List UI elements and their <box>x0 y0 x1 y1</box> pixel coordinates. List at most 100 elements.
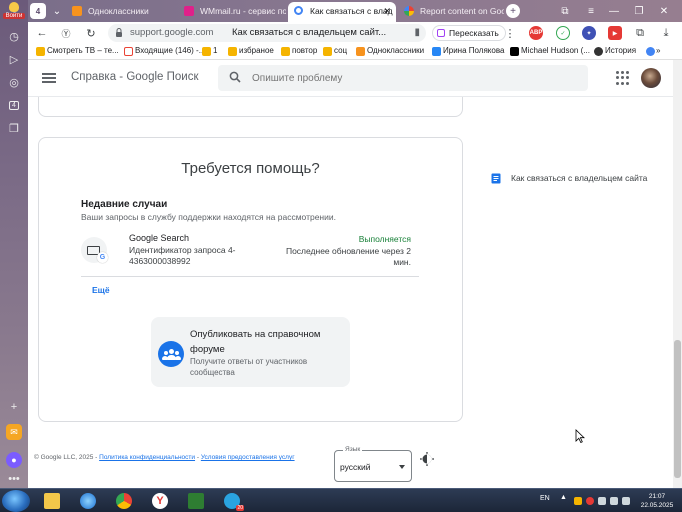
collections-icon[interactable]: ❐ <box>5 119 23 137</box>
bookmark-inbox[interactable]: Входящие (146) -... <box>124 46 205 56</box>
google-apps-icon[interactable] <box>616 71 630 85</box>
close-window-icon[interactable]: ✕ <box>656 3 672 19</box>
address-page-title: Как связаться с владельцем сайт... <box>232 27 387 38</box>
tabs-dropdown-icon[interactable]: ⌄ <box>49 3 65 19</box>
more-options-icon[interactable]: ⋮ <box>502 25 518 41</box>
menu-icon[interactable]: ≡ <box>583 3 599 19</box>
hamburger-menu-icon[interactable] <box>42 71 56 85</box>
address-bar[interactable]: support.google.com Как связаться с владе… <box>108 24 426 42</box>
theme-toggle-icon[interactable] <box>420 452 434 466</box>
reload-icon[interactable]: ↻ <box>83 25 99 41</box>
add-icon[interactable]: + <box>5 398 23 416</box>
terms-link[interactable]: Условия предоставления услуг <box>201 454 295 461</box>
minimize-icon[interactable]: — <box>606 3 622 19</box>
tab-counter[interactable]: 4 <box>30 3 46 19</box>
retell-button[interactable]: Пересказать <box>432 25 506 41</box>
folder-icon <box>36 47 45 56</box>
chrome-icon[interactable] <box>110 491 138 511</box>
case-row[interactable]: G Google Search Идентификатор запроса 4-… <box>81 229 419 277</box>
video-icon[interactable]: ▷ <box>5 50 23 68</box>
close-tab-icon[interactable]: ✕ <box>383 2 391 20</box>
browser-logo[interactable]: Войти <box>3 2 25 22</box>
help-card: Требуется помощь? Недавние случаи Ваши з… <box>38 137 463 422</box>
mail-app-icon[interactable]: ✉ <box>6 424 22 440</box>
footer-separator: - <box>196 454 200 461</box>
explorer-icon[interactable] <box>38 491 66 511</box>
telegram-icon[interactable]: 20 <box>218 491 246 511</box>
shield-check-icon[interactable]: ✓ <box>556 26 570 40</box>
post-to-forum-card[interactable]: Опубликовать на справочном форуме Получи… <box>151 317 350 387</box>
footer: © Google LLC, 2025 - Политика конфиденци… <box>34 454 295 461</box>
extensions-icon[interactable]: ⧉ <box>632 25 648 41</box>
bookmarks-bar: Смотреть ТВ – те... Входящие (146) -... … <box>28 44 682 60</box>
odnoklassniki-icon <box>72 6 82 16</box>
address-domain: support.google.com <box>130 27 214 38</box>
input-language[interactable]: EN <box>540 495 550 502</box>
tab-wmmail[interactable]: WMmail.ru - сервис по <box>178 2 286 20</box>
download-icon[interactable]: ⤓ <box>658 25 674 41</box>
alice-icon[interactable]: ● <box>6 452 22 468</box>
ie-icon[interactable] <box>74 491 102 511</box>
privacy-link[interactable]: Политика конфиденциальности <box>99 454 195 461</box>
folder-icon <box>202 47 211 56</box>
more-cases-link[interactable]: Ещё <box>92 285 110 295</box>
network-icon[interactable] <box>598 497 606 505</box>
more-icon[interactable]: ••• <box>5 470 23 488</box>
bookmark-icon[interactable]: ▮ <box>414 27 420 38</box>
bookmark-michael[interactable]: Michael Hudson (... <box>510 46 590 56</box>
bookmark-history[interactable]: История <box>594 46 636 56</box>
tab-contact-owner[interactable]: Как связаться с влад ✕ <box>288 2 396 22</box>
clock[interactable]: 21:07 22.05.2025 <box>634 492 680 510</box>
tabs-count-icon[interactable]: 4 <box>5 96 23 114</box>
bookmark-social[interactable]: соц <box>323 46 347 56</box>
volume-icon[interactable] <box>622 497 630 505</box>
case-id: Идентификатор запроса 4-4363000038992 <box>129 245 236 266</box>
google-icon <box>294 6 303 15</box>
bookmark-irina[interactable]: Ирина Полякова <box>432 46 504 56</box>
tray-expand-icon[interactable]: ▲ <box>560 494 568 502</box>
video-download-icon[interactable]: ▶ <box>608 26 622 40</box>
forum-title: Опубликовать на справочном форуме <box>190 329 321 355</box>
bookmarks-icon[interactable]: ⧉ <box>557 3 573 19</box>
page-scrollbar[interactable] <box>673 60 682 488</box>
help-header: Справка - Google Поиск <box>28 60 673 97</box>
adblock-icon[interactable]: ABP <box>529 26 543 40</box>
new-tab-button[interactable]: + <box>506 4 520 18</box>
tray-yandex-icon[interactable] <box>586 497 594 505</box>
google-g-icon: G <box>97 252 108 263</box>
tab-odnoklassniki[interactable]: Одноклассники <box>66 2 176 20</box>
vpn-icon[interactable]: ✦ <box>582 26 596 40</box>
article-icon <box>491 173 501 184</box>
bookmark-1[interactable]: 1 <box>202 46 217 56</box>
forum-subtitle: Получите ответы от участников сообщества <box>190 357 308 377</box>
search-input[interactable] <box>252 70 572 86</box>
copyright: © Google LLC, 2025 - <box>34 454 98 461</box>
bookmark-repeat[interactable]: повтор <box>281 46 317 56</box>
gmail-icon <box>124 47 133 56</box>
language-label: Язык <box>343 446 363 453</box>
tab-report-content[interactable]: Report content on Goo <box>398 2 504 20</box>
bookmark-tv[interactable]: Смотреть ТВ – те... <box>36 46 119 56</box>
page-title[interactable]: Справка - Google Поиск <box>71 71 198 83</box>
download-master-icon[interactable] <box>182 491 210 511</box>
bookmarks-overflow-icon[interactable]: » <box>656 46 660 55</box>
yandex-logo-icon[interactable]: Ⓨ <box>58 25 74 41</box>
start-button[interactable] <box>2 490 30 512</box>
history-icon[interactable]: ◷ <box>5 27 23 45</box>
flame-icon <box>9 2 19 12</box>
tray-app-icon[interactable] <box>574 497 582 505</box>
bookmark-favorites[interactable]: избраное <box>228 46 274 56</box>
camera-icon[interactable]: ◎ <box>5 73 23 91</box>
scrollbar-thumb[interactable] <box>674 340 681 478</box>
yandex-browser-icon[interactable]: Y <box>146 491 174 511</box>
case-updated: Последнее обновление через 2 мин. <box>285 246 411 267</box>
bookmark-odnoklassniki[interactable]: Одноклассники <box>356 46 424 56</box>
maximize-icon[interactable]: ❐ <box>631 3 647 19</box>
language-select[interactable]: Язык русский <box>334 446 412 482</box>
avatar[interactable] <box>641 68 661 88</box>
side-nav-contact-owner[interactable]: Как связаться с владельцем сайта <box>491 173 647 184</box>
help-search[interactable] <box>218 65 588 91</box>
flag-icon[interactable] <box>610 497 618 505</box>
back-arrow-icon[interactable]: ← <box>34 25 50 41</box>
case-status: Выполняется <box>358 234 411 244</box>
